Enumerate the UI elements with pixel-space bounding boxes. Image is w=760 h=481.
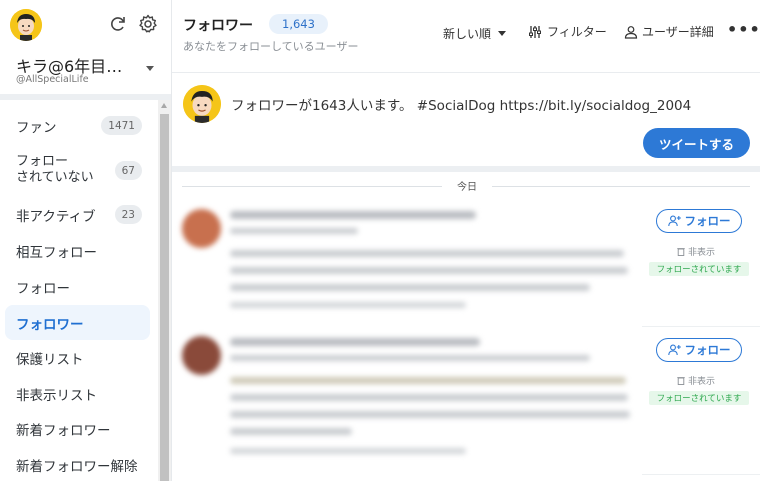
blurred-line bbox=[230, 267, 628, 274]
sidebar-item-label: 非アクティブ bbox=[16, 208, 96, 225]
chevron-down-icon bbox=[498, 31, 507, 36]
avatar bbox=[182, 209, 221, 248]
filter-label: フィルター bbox=[547, 25, 607, 39]
scroll-up-arrow-icon[interactable] bbox=[161, 103, 167, 108]
add-person-icon bbox=[667, 215, 681, 227]
sidebar-nav: ファン 1471 フォロー されていない 67 非アクティブ 23 相互フォロー … bbox=[0, 100, 158, 481]
hide-button[interactable]: 非表示 bbox=[677, 374, 715, 387]
sidebar-item-new-followers[interactable]: 新着フォロワー bbox=[5, 411, 150, 446]
account-dropdown-icon[interactable] bbox=[146, 66, 154, 71]
sidebar-item-label: フォロー されていない bbox=[16, 154, 94, 185]
person-icon bbox=[624, 25, 638, 39]
date-divider-left bbox=[182, 186, 442, 187]
sidebar-scrollbar[interactable] bbox=[158, 100, 171, 481]
avatar-illustration bbox=[10, 9, 42, 41]
count-badge: 23 bbox=[114, 205, 142, 224]
trash-icon bbox=[677, 377, 685, 385]
followed-status-badge: フォローされています bbox=[649, 262, 749, 276]
hide-label: 非表示 bbox=[688, 248, 716, 258]
follower-list: 今日 フォロー 非表示 フォローされています フォロー 非表示 フォローされてい… bbox=[172, 172, 760, 481]
blurred-line bbox=[230, 411, 630, 418]
blurred-line bbox=[230, 428, 352, 435]
sidebar-item-label: フォロー bbox=[16, 280, 70, 297]
sidebar-item-not-followed-back[interactable]: フォロー されていない 67 bbox=[5, 151, 150, 189]
card-divider bbox=[642, 326, 760, 327]
avatar-illustration bbox=[183, 85, 221, 123]
sidebar: キラ@6年目ブ… @AllSpecialLife ファン 1471 フォロー され… bbox=[0, 0, 172, 481]
avatar bbox=[182, 336, 221, 375]
page-subtitle: あなたをフォローしているユーザー bbox=[183, 40, 359, 53]
blurred-line bbox=[230, 338, 480, 346]
sidebar-item-label: 新着フォロワー解除 bbox=[16, 458, 138, 475]
blurred-line bbox=[230, 228, 358, 234]
follow-button[interactable]: フォロー bbox=[656, 209, 742, 233]
sidebar-item-inactive[interactable]: 非アクティブ 23 bbox=[5, 197, 150, 232]
blurred-line bbox=[230, 211, 476, 219]
sort-label: 新しい順 bbox=[443, 27, 492, 41]
sort-dropdown[interactable]: 新しい順 bbox=[443, 25, 507, 42]
user-detail-button[interactable]: ユーザー詳細 bbox=[624, 23, 714, 40]
sidebar-item-label: フォロワー bbox=[16, 316, 84, 333]
blurred-line bbox=[230, 284, 590, 291]
add-person-icon bbox=[667, 344, 681, 356]
user-handle: @AllSpecialLife bbox=[16, 74, 89, 85]
sidebar-item-label: 非表示リスト bbox=[16, 387, 97, 404]
avatar[interactable] bbox=[10, 9, 42, 41]
date-divider-label: 今日 bbox=[457, 182, 477, 193]
follower-count-badge: 1,643 bbox=[269, 14, 328, 34]
count-badge: 67 bbox=[114, 161, 142, 180]
account-panel: キラ@6年目ブ… @AllSpecialLife bbox=[0, 0, 171, 94]
blurred-line bbox=[230, 250, 624, 257]
page-header: フォロワー 1,643 あなたをフォローしているユーザー 新しい順 フィルター … bbox=[172, 0, 760, 73]
count-badge: 1471 bbox=[101, 116, 142, 135]
sidebar-item-label: ファン bbox=[16, 119, 57, 136]
tweet-draft-text[interactable]: フォロワーが1643人います。 #SocialDog https://bit.l… bbox=[231, 94, 691, 114]
sidebar-item-following[interactable]: フォロー bbox=[5, 269, 150, 304]
sidebar-item-label: 保護リスト bbox=[16, 351, 84, 368]
hide-label: 非表示 bbox=[688, 377, 716, 387]
sliders-icon bbox=[529, 25, 541, 38]
sidebar-item-fans[interactable]: ファン 1471 bbox=[5, 108, 150, 143]
date-divider-right bbox=[492, 186, 750, 187]
follow-button[interactable]: フォロー bbox=[656, 338, 742, 362]
sidebar-item-mutual[interactable]: 相互フォロー bbox=[5, 233, 150, 268]
followed-status-badge: フォローされています bbox=[649, 391, 749, 405]
scroll-thumb[interactable] bbox=[160, 114, 169, 481]
list-item[interactable]: フォロー 非表示 フォローされています bbox=[172, 334, 760, 481]
filter-button[interactable]: フィルター bbox=[528, 23, 607, 40]
sidebar-item-protected-list[interactable]: 保護リスト bbox=[5, 340, 150, 375]
avatar bbox=[183, 85, 221, 123]
user-detail-label: ユーザー詳細 bbox=[642, 25, 714, 39]
sidebar-item-hidden-list[interactable]: 非表示リスト bbox=[5, 376, 150, 411]
page-title: フォロワー bbox=[183, 18, 253, 34]
hide-button[interactable]: 非表示 bbox=[677, 245, 715, 258]
blurred-line bbox=[230, 448, 466, 454]
card-divider bbox=[642, 474, 760, 475]
trash-icon bbox=[677, 248, 685, 256]
blurred-line bbox=[230, 377, 626, 384]
gear-icon[interactable] bbox=[138, 14, 158, 34]
tweet-button[interactable]: ツイートする bbox=[643, 128, 750, 158]
blurred-line bbox=[230, 394, 628, 401]
sidebar-item-new-unfollowers[interactable]: 新着フォロワー解除 bbox=[5, 447, 150, 481]
follow-label: フォロー bbox=[684, 343, 731, 357]
blurred-line bbox=[230, 355, 590, 361]
follow-label: フォロー bbox=[684, 214, 731, 228]
refresh-icon[interactable] bbox=[108, 14, 128, 34]
sidebar-item-label: 相互フォロー bbox=[16, 244, 97, 261]
sidebar-item-label: 新着フォロワー bbox=[16, 422, 111, 439]
blurred-line bbox=[230, 302, 466, 308]
share-panel: フォロワーが1643人います。 #SocialDog https://bit.l… bbox=[172, 73, 760, 166]
sidebar-item-followers[interactable]: フォロワー bbox=[5, 305, 150, 340]
list-item[interactable]: フォロー 非表示 フォローされています bbox=[172, 206, 760, 327]
more-options-icon[interactable]: ••• bbox=[727, 20, 760, 39]
